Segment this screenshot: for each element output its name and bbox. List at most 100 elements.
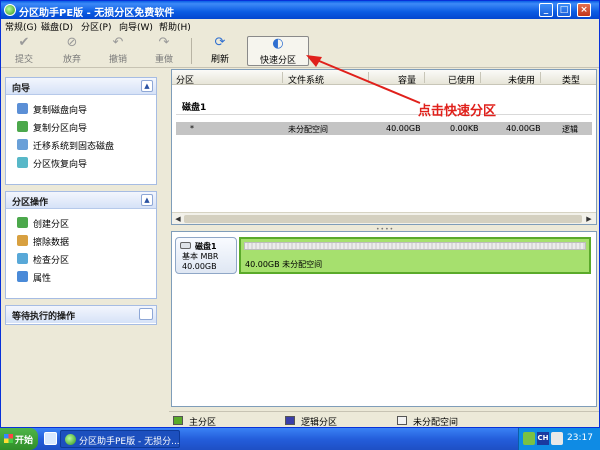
undo-icon: ↶ bbox=[112, 35, 124, 50]
check-partition-icon bbox=[17, 253, 28, 264]
wizard-copy-partition[interactable]: 复制分区向导 bbox=[6, 117, 156, 135]
quick-partition-icon: ◐ bbox=[272, 36, 284, 51]
partition-table: 分区 文件系统 容量 已使用 未使用 类型 磁盘1 * 未分配空间 40.00G… bbox=[171, 69, 597, 225]
partition-usage-bar bbox=[244, 242, 586, 250]
left-panel: 向导 ▲ 复制磁盘向导 复制分区向导 迁移系统到固态磁盘 分区恢复向导 分区操作… bbox=[1, 69, 161, 409]
partition-block-label: 40.00GB 未分配空间 bbox=[245, 260, 323, 269]
collapse-icon[interactable] bbox=[139, 308, 153, 320]
windows-flag-icon bbox=[4, 434, 13, 443]
col-capacity[interactable]: 容量 bbox=[398, 73, 416, 86]
start-button[interactable]: 开始 bbox=[0, 428, 38, 450]
op-check-partition[interactable]: 检查分区 bbox=[6, 249, 156, 267]
wizard-partition-recovery[interactable]: 分区恢复向导 bbox=[6, 153, 156, 171]
wizard-item-label: 复制分区向导 bbox=[33, 124, 88, 134]
wizard-section-header[interactable]: 向导 ▲ bbox=[6, 78, 156, 95]
tray-app-icon[interactable] bbox=[523, 432, 535, 445]
language-indicator[interactable]: CH bbox=[537, 432, 549, 445]
clock: 23:17 bbox=[567, 433, 593, 443]
wizard-section-title: 向导 bbox=[12, 84, 31, 94]
disk-type: 基本 MBR bbox=[182, 252, 219, 261]
discard-button[interactable]: ⊘ 放弃 bbox=[53, 36, 91, 66]
discard-label: 放弃 bbox=[62, 55, 81, 65]
pending-ops-title: 等待执行的操作 bbox=[12, 312, 76, 322]
menu-general[interactable]: 常规(G) bbox=[5, 20, 37, 33]
annotation-text: 点击快速分区 bbox=[418, 104, 497, 119]
app-icon bbox=[4, 4, 16, 16]
cell-type: 逻辑 bbox=[562, 125, 578, 134]
op-create-partition[interactable]: 创建分区 bbox=[6, 213, 156, 231]
col-partition[interactable]: 分区 bbox=[176, 73, 194, 86]
legend-swatch bbox=[173, 416, 183, 425]
scroll-thumb[interactable] bbox=[184, 215, 582, 223]
quick-partition-label: 快速分区 bbox=[259, 56, 296, 66]
quick-partition-button[interactable]: ◐ 快速分区 bbox=[247, 36, 309, 66]
partition-ops-header[interactable]: 分区操作 ▲ bbox=[6, 192, 156, 209]
legend-label: 逻辑分区 bbox=[301, 418, 338, 428]
partition-block[interactable]: 40.00GB 未分配空间 bbox=[239, 237, 591, 274]
redo-icon: ↷ bbox=[158, 35, 170, 50]
menu-wizard[interactable]: 向导(W) bbox=[119, 20, 153, 33]
scroll-left-icon[interactable]: ◀ bbox=[173, 214, 183, 224]
cell-filesystem: 未分配空间 bbox=[288, 125, 328, 134]
col-used[interactable]: 已使用 bbox=[448, 73, 475, 86]
window-title: 分区助手PE版 - 无损分区免费软件 bbox=[19, 8, 175, 19]
wizard-item-label: 迁移系统到固态磁盘 bbox=[33, 142, 115, 152]
horizontal-scrollbar[interactable]: ◀ ▶ bbox=[172, 212, 596, 224]
legend-swatch bbox=[397, 416, 407, 425]
legend-label: 主分区 bbox=[189, 418, 217, 428]
wizard-item-label: 分区恢复向导 bbox=[33, 160, 88, 170]
wizard-migrate-os[interactable]: 迁移系统到固态磁盘 bbox=[6, 135, 156, 153]
disk-icon bbox=[180, 242, 191, 249]
app-window: 分区助手PE版 - 无损分区免费软件 _ □ × 常规(G) 磁盘(D) 分区(… bbox=[0, 0, 600, 428]
partition-ops-section: 分区操作 ▲ 创建分区 擦除数据 检查分区 属性 bbox=[5, 191, 157, 299]
disk-row-divider bbox=[176, 114, 592, 115]
start-label: 开始 bbox=[15, 436, 34, 446]
cell-partition: * bbox=[190, 124, 194, 133]
refresh-button[interactable]: ⟳ 刷新 bbox=[201, 36, 239, 66]
maximize-button[interactable]: □ bbox=[557, 3, 571, 17]
pending-ops-header[interactable]: 等待执行的操作 bbox=[6, 306, 156, 323]
wizard-item-label: 复制磁盘向导 bbox=[33, 106, 88, 116]
discard-icon: ⊘ bbox=[66, 35, 78, 50]
wizard-copy-disk[interactable]: 复制磁盘向导 bbox=[6, 99, 156, 117]
menu-partition[interactable]: 分区(P) bbox=[81, 20, 111, 33]
legend-swatch bbox=[285, 416, 295, 425]
partition-recovery-icon bbox=[17, 157, 28, 168]
minimize-button[interactable]: _ bbox=[539, 3, 553, 17]
quick-launch-icon[interactable] bbox=[44, 432, 57, 445]
main-area: 分区 文件系统 容量 已使用 未使用 类型 磁盘1 * 未分配空间 40.00G… bbox=[171, 69, 597, 407]
taskbar-app-label: 分区助手PE版 - 无损分... bbox=[79, 437, 180, 447]
menu-help[interactable]: 帮助(H) bbox=[159, 20, 191, 33]
op-item-label: 创建分区 bbox=[33, 220, 70, 230]
undo-button[interactable]: ↶ 撤销 bbox=[99, 36, 137, 66]
col-filesystem[interactable]: 文件系统 bbox=[288, 73, 324, 86]
taskbar-app-button[interactable]: 分区助手PE版 - 无损分... bbox=[60, 430, 180, 448]
title-bar[interactable]: 分区助手PE版 - 无损分区免费软件 _ □ × bbox=[1, 1, 599, 19]
tray-settings-icon[interactable] bbox=[551, 432, 563, 445]
disk-row-label[interactable]: 磁盘1 bbox=[182, 100, 206, 113]
disk-card[interactable]: 磁盘1 基本 MBR 40.00GB bbox=[175, 237, 237, 274]
scroll-right-icon[interactable]: ▶ bbox=[584, 214, 594, 224]
system-tray: CH 23:17 bbox=[518, 428, 600, 450]
redo-label: 重做 bbox=[154, 55, 173, 65]
op-item-label: 属性 bbox=[33, 274, 52, 284]
col-free[interactable]: 未使用 bbox=[508, 73, 535, 86]
collapse-icon[interactable]: ▲ bbox=[141, 194, 153, 206]
op-item-label: 检查分区 bbox=[33, 256, 70, 266]
op-item-label: 擦除数据 bbox=[33, 238, 70, 248]
col-type[interactable]: 类型 bbox=[562, 73, 580, 86]
checkmark-icon: ✔ bbox=[18, 35, 30, 50]
create-partition-icon bbox=[17, 217, 28, 228]
submit-label: 提交 bbox=[14, 55, 33, 65]
menu-disk[interactable]: 磁盘(D) bbox=[41, 20, 73, 33]
wizard-section: 向导 ▲ 复制磁盘向导 复制分区向导 迁移系统到固态磁盘 分区恢复向导 bbox=[5, 77, 157, 185]
op-wipe-data[interactable]: 擦除数据 bbox=[6, 231, 156, 249]
redo-button[interactable]: ↷ 重做 bbox=[145, 36, 183, 66]
submit-button[interactable]: ✔ 提交 bbox=[5, 36, 43, 66]
legend-label: 未分配空间 bbox=[413, 418, 459, 428]
undo-label: 撤销 bbox=[108, 55, 127, 65]
op-properties[interactable]: 属性 bbox=[6, 267, 156, 285]
collapse-icon[interactable]: ▲ bbox=[141, 80, 153, 92]
close-button[interactable]: × bbox=[577, 3, 591, 17]
table-row[interactable]: * 未分配空间 40.00GB 0.00KB 40.00GB 逻辑 bbox=[176, 122, 592, 135]
